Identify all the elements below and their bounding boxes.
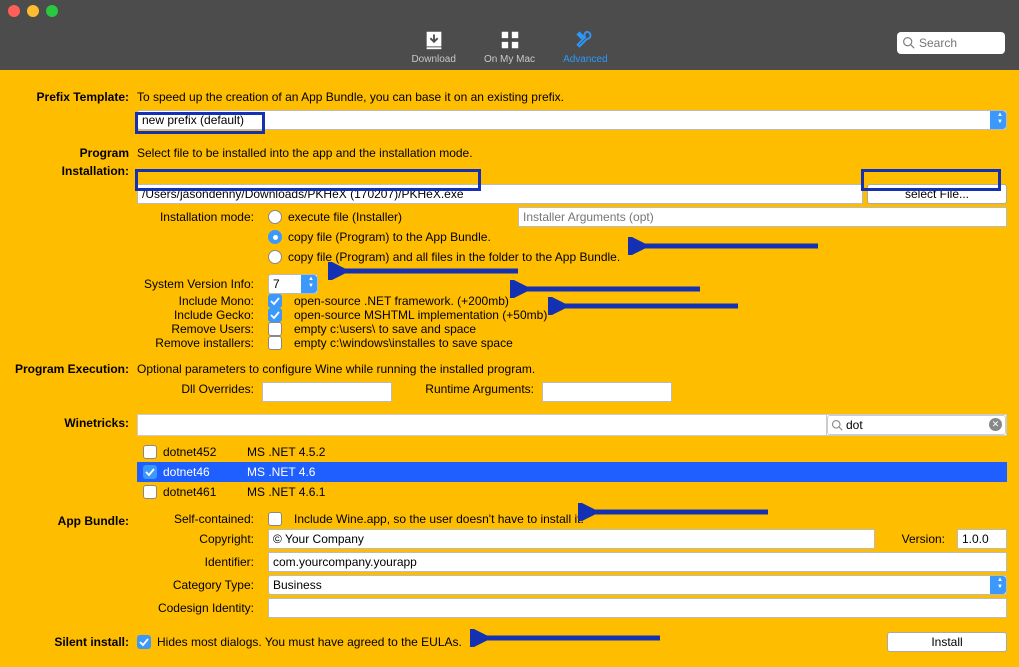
winetricks-item-checkbox[interactable] (143, 485, 157, 499)
identifier-label: Identifier: (137, 555, 262, 569)
search-icon (831, 419, 843, 431)
copyright-label: Copyright: (137, 532, 262, 546)
toolbar: Download On My Mac Advanced (0, 22, 1019, 70)
category-select[interactable]: Business (268, 575, 1007, 595)
program-installation-label: Program Installation: (12, 144, 137, 180)
include-gecko-label: Include Gecko: (137, 308, 262, 322)
prefix-hint: To speed up the creation of an App Bundl… (137, 88, 1007, 106)
tab-download[interactable]: Download (411, 28, 455, 65)
list-item[interactable]: dotnet452 MS .NET 4.5.2 (137, 442, 1007, 462)
mode-copy-all-radio[interactable] (268, 250, 282, 264)
main-panel: Prefix Template: To speed up the creatio… (0, 70, 1019, 667)
grid-icon (498, 28, 522, 52)
winetricks-label: Winetricks: (12, 414, 137, 432)
winetricks-id: dotnet461 (163, 485, 247, 499)
identifier-input[interactable] (268, 552, 1007, 572)
copyright-input[interactable] (268, 529, 875, 549)
self-contained-label: Self-contained: (137, 512, 262, 526)
search-icon (902, 36, 915, 49)
include-gecko-text: open-source MSHTML implementation (+50mb… (294, 308, 547, 322)
list-item[interactable]: dotnet46 MS .NET 4.6 (137, 462, 1007, 482)
dll-overrides-input[interactable] (262, 382, 392, 402)
window-titlebar (0, 0, 1019, 22)
winetricks-item-checkbox[interactable] (143, 445, 157, 459)
download-icon (422, 28, 446, 52)
tab-advanced[interactable]: Advanced (563, 28, 607, 65)
tab-download-label: Download (411, 54, 455, 65)
include-mono-checkbox[interactable] (268, 294, 282, 308)
list-item[interactable]: dotnet461 MS .NET 4.6.1 (137, 482, 1007, 502)
winetricks-item-checkbox[interactable] (143, 465, 157, 479)
remove-users-checkbox[interactable] (268, 322, 282, 336)
prefix-template-select[interactable]: new prefix (default) (137, 110, 1007, 130)
remove-installers-text: empty c:\windows\installes to save space (294, 336, 513, 350)
prefix-template-label: Prefix Template: (12, 88, 137, 106)
tab-on-my-mac-label: On My Mac (484, 54, 535, 65)
winetricks-search-input[interactable] (827, 415, 1006, 435)
winetricks-id: dotnet452 (163, 445, 247, 459)
tools-icon (573, 28, 597, 52)
tab-on-my-mac[interactable]: On My Mac (484, 28, 535, 65)
program-execution-label: Program Execution: (12, 360, 137, 378)
remove-users-text: empty c:\users\ to save and space (294, 322, 476, 336)
select-file-button[interactable]: select File... (867, 184, 1007, 204)
minimize-window-button[interactable] (27, 5, 39, 17)
tab-advanced-label: Advanced (563, 54, 607, 65)
winetricks-id: dotnet46 (163, 465, 247, 479)
zoom-window-button[interactable] (46, 5, 58, 17)
winetricks-items: dotnet452 MS .NET 4.5.2 dotnet46 MS .NET… (137, 442, 1007, 502)
runtime-args-input[interactable] (542, 382, 672, 402)
exec-hint: Optional parameters to configure Wine wh… (137, 360, 1007, 378)
app-bundle-label: App Bundle: (12, 512, 137, 530)
remove-installers-checkbox[interactable] (268, 336, 282, 350)
version-input[interactable] (957, 529, 1007, 549)
clear-search-icon[interactable]: ✕ (989, 418, 1002, 431)
installation-mode-label: Installation mode: (137, 208, 262, 226)
system-version-label: System Version Info: (137, 277, 262, 291)
winetricks-name: MS .NET 4.5.2 (247, 445, 325, 459)
mode-copy-all-label: copy file (Program) and all files in the… (288, 250, 620, 264)
self-contained-checkbox[interactable] (268, 512, 282, 526)
include-mono-label: Include Mono: (137, 294, 262, 308)
silent-install-label: Silent install: (12, 633, 137, 651)
winetricks-name: MS .NET 4.6.1 (247, 485, 325, 499)
winetricks-name: MS .NET 4.6 (247, 465, 315, 479)
silent-install-checkbox[interactable] (137, 635, 151, 649)
include-mono-text: open-source .NET framework. (+200mb) (294, 294, 509, 308)
codesign-input[interactable] (268, 598, 1007, 618)
runtime-args-label: Runtime Arguments: (392, 382, 542, 396)
mode-copy-radio[interactable] (268, 230, 282, 244)
mode-execute-radio[interactable] (268, 210, 282, 224)
mode-copy-label: copy file (Program) to the App Bundle. (288, 230, 491, 244)
include-gecko-checkbox[interactable] (268, 308, 282, 322)
install-path-input[interactable] (137, 184, 863, 204)
version-label: Version: (881, 532, 951, 546)
self-contained-text: Include Wine.app, so the user doesn't ha… (294, 512, 584, 526)
remove-installers-label: Remove installers: (137, 336, 262, 350)
install-button[interactable]: Install (887, 632, 1007, 652)
mode-execute-label: execute file (Installer) (288, 210, 518, 224)
installer-args-input (518, 207, 1007, 227)
codesign-label: Codesign Identity: (137, 601, 262, 615)
remove-users-label: Remove Users: (137, 322, 262, 336)
dll-overrides-label: Dll Overrides: (137, 382, 262, 396)
close-window-button[interactable] (8, 5, 20, 17)
system-version-select[interactable]: 7 (268, 274, 318, 294)
search-field-wrap (897, 32, 1005, 54)
category-label: Category Type: (137, 578, 262, 592)
winetricks-listbox: ✕ (137, 414, 1007, 436)
silent-install-text: Hides most dialogs. You must have agreed… (157, 635, 462, 649)
install-hint: Select file to be installed into the app… (137, 144, 1007, 162)
